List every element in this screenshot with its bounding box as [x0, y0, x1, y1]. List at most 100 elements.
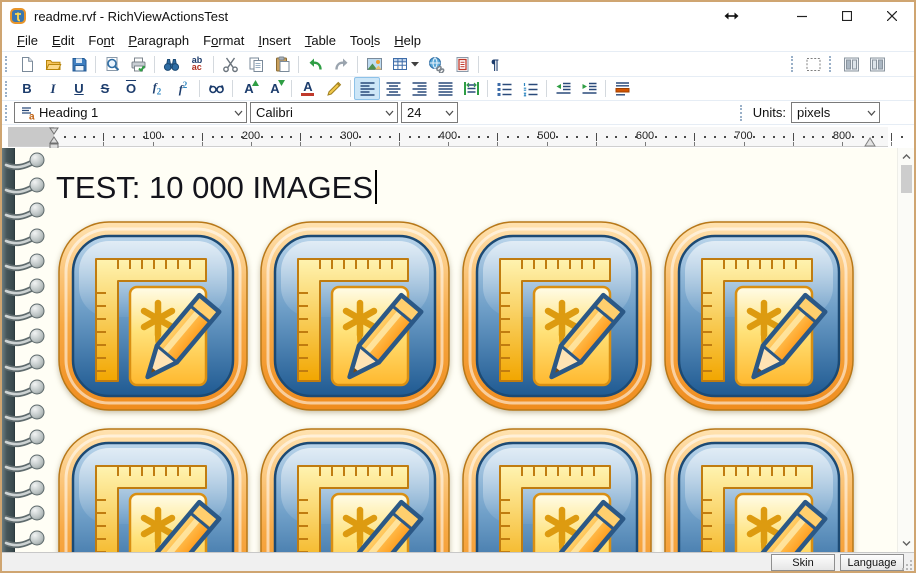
- vertical-scrollbar[interactable]: [897, 148, 914, 552]
- ruler-tick: [763, 136, 765, 138]
- units-combo[interactable]: pixels: [791, 102, 880, 123]
- italic-button[interactable]: I: [40, 77, 66, 100]
- toolbar-grip[interactable]: [5, 81, 10, 97]
- separator: [199, 80, 200, 97]
- menu-help[interactable]: Help: [387, 31, 428, 50]
- document-image[interactable]: [662, 426, 856, 552]
- skin-button[interactable]: Skin: [771, 554, 835, 571]
- font-color-button[interactable]: A: [295, 77, 321, 100]
- document-page[interactable]: TEST: 10 000 IMAGES: [2, 148, 897, 552]
- new-document-button[interactable]: [14, 53, 40, 76]
- bold-button[interactable]: B: [14, 77, 40, 100]
- readability-glasses-button[interactable]: [203, 77, 229, 100]
- toolbar-grip[interactable]: [740, 105, 745, 121]
- ruler-label: 100: [143, 130, 161, 142]
- scrollbar-thumb[interactable]: [901, 165, 912, 193]
- ruler-tick: [310, 136, 312, 138]
- align-justify-button[interactable]: [432, 77, 458, 100]
- redo-button[interactable]: [328, 53, 354, 76]
- menu-file[interactable]: File: [10, 31, 45, 50]
- column-layout-left-button[interactable]: [838, 53, 864, 76]
- menu-table[interactable]: Table: [298, 31, 343, 50]
- copy-button[interactable]: [243, 53, 269, 76]
- maximize-button[interactable]: [824, 2, 869, 30]
- chevron-down-icon: [234, 110, 243, 116]
- menu-tools[interactable]: Tools: [343, 31, 387, 50]
- right-indent-marker[interactable]: [864, 137, 876, 147]
- ruler-margin-area: [8, 127, 54, 146]
- menu-paragraph[interactable]: Paragraph: [121, 31, 196, 50]
- menu-format[interactable]: Format: [196, 31, 251, 50]
- toolbar-grip[interactable]: [5, 56, 10, 72]
- toolbar-grip[interactable]: [829, 56, 834, 72]
- insert-table-button[interactable]: [387, 53, 423, 76]
- ruler-tick: [547, 142, 548, 146]
- align-right-button[interactable]: [406, 77, 432, 100]
- paragraph-style-combo[interactable]: a Heading 1: [14, 102, 247, 123]
- align-center-button[interactable]: [380, 77, 406, 100]
- ruler-tick: [497, 133, 498, 141]
- column-layout-right-button[interactable]: [864, 53, 890, 76]
- grow-font-button[interactable]: A: [236, 77, 262, 100]
- separator: [232, 80, 233, 97]
- align-right-icon: [411, 80, 428, 97]
- document-image[interactable]: [460, 426, 654, 552]
- document-image[interactable]: [258, 219, 452, 413]
- ruler[interactable]: 100200300400500600700800: [2, 124, 914, 148]
- document-image[interactable]: [460, 219, 654, 413]
- units-label: Units:: [753, 105, 786, 120]
- menu-insert[interactable]: Insert: [251, 31, 298, 50]
- ruler-tick: [330, 136, 332, 138]
- font-name-combo[interactable]: Calibri: [250, 102, 398, 123]
- document-heading[interactable]: TEST: 10 000 IMAGES: [56, 148, 897, 206]
- menu-font[interactable]: Font: [81, 31, 121, 50]
- print-button[interactable]: [125, 53, 151, 76]
- align-left-button[interactable]: [354, 77, 380, 100]
- document-image[interactable]: [56, 426, 250, 552]
- save-button[interactable]: [66, 53, 92, 76]
- document-image[interactable]: [258, 426, 452, 552]
- toolbar-grip[interactable]: [791, 56, 796, 72]
- paste-button[interactable]: [269, 53, 295, 76]
- replace-button[interactable]: abac: [184, 53, 210, 76]
- find-button[interactable]: [158, 53, 184, 76]
- open-file-button[interactable]: [40, 53, 66, 76]
- copy-formatted-button[interactable]: [449, 53, 475, 76]
- fit-width-button[interactable]: [458, 77, 484, 100]
- scroll-up-button[interactable]: [898, 148, 915, 165]
- insert-horizontal-rule-button[interactable]: [609, 77, 635, 100]
- close-button[interactable]: [869, 2, 914, 30]
- print-preview-button[interactable]: [99, 53, 125, 76]
- highlight-button[interactable]: [321, 77, 347, 100]
- resize-horizontal-icon[interactable]: [724, 11, 739, 21]
- bullet-list-button[interactable]: [491, 77, 517, 100]
- numbered-list-button[interactable]: [517, 77, 543, 100]
- minimize-button[interactable]: [779, 2, 824, 30]
- cut-button[interactable]: [217, 53, 243, 76]
- ruler-tick: [645, 142, 646, 146]
- scroll-down-button[interactable]: [898, 535, 915, 552]
- ruler-bar[interactable]: 100200300400500600700800: [8, 127, 888, 147]
- strikethrough-button[interactable]: S: [92, 77, 118, 100]
- font-size-combo[interactable]: 24: [401, 102, 458, 123]
- resize-grip[interactable]: [902, 560, 913, 571]
- ruler-tick: [93, 136, 95, 138]
- insert-text-box-button[interactable]: [800, 53, 826, 76]
- overline-button[interactable]: O: [118, 77, 144, 100]
- shrink-font-button[interactable]: A: [262, 77, 288, 100]
- decrease-indent-button[interactable]: [550, 77, 576, 100]
- language-button[interactable]: Language: [840, 554, 904, 571]
- underline-button[interactable]: U: [66, 77, 92, 100]
- insert-picture-button[interactable]: [361, 53, 387, 76]
- show-paragraph-marks-button[interactable]: ¶: [482, 53, 508, 76]
- superscript-button[interactable]: f2: [170, 77, 196, 100]
- toolbar-grip[interactable]: [5, 105, 10, 121]
- ruler-tick: [556, 136, 558, 138]
- document-image[interactable]: [662, 219, 856, 413]
- subscript-button[interactable]: f2: [144, 77, 170, 100]
- increase-indent-button[interactable]: [576, 77, 602, 100]
- menu-edit[interactable]: Edit: [45, 31, 81, 50]
- insert-hyperlink-button[interactable]: [423, 53, 449, 76]
- undo-button[interactable]: [302, 53, 328, 76]
- document-image[interactable]: [56, 219, 250, 413]
